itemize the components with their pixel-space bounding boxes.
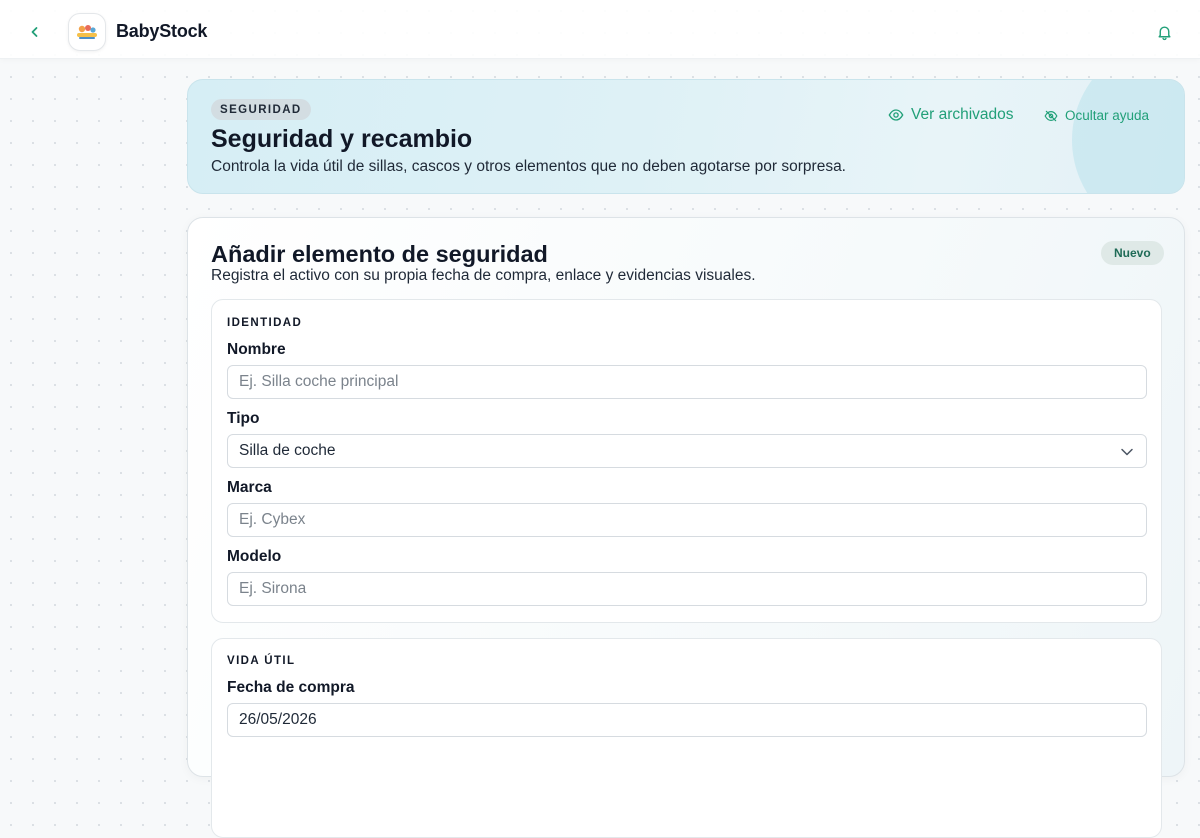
chevron-left-icon <box>31 27 38 37</box>
new-badge: Nuevo <box>1101 241 1164 265</box>
type-label: Tipo <box>227 410 260 427</box>
section-badge: SEGURIDAD <box>211 99 311 120</box>
lifespan-section-title: VIDA ÚTIL <box>227 655 296 667</box>
name-input[interactable] <box>227 365 1147 399</box>
identity-section-title: IDENTIDAD <box>227 317 303 329</box>
eye-off-icon <box>1044 110 1058 121</box>
chevron-down-icon <box>1121 448 1133 456</box>
lifespan-section: VIDA ÚTIL Fecha de compra 26/05/2026 <box>211 638 1162 838</box>
add-safety-item-form: Añadir elemento de seguridad Registra el… <box>187 217 1185 838</box>
eye-icon <box>888 109 904 121</box>
type-select-value: Silla de coche <box>239 442 336 459</box>
name-label: Nombre <box>227 341 286 358</box>
page-title: Seguridad y recambio <box>211 125 473 153</box>
purchase-date-value: 26/05/2026 <box>239 711 317 728</box>
hide-help-label: Ocultar ayuda <box>1065 108 1150 123</box>
safety-hero-card: SEGURIDAD Seguridad y recambio Controla … <box>187 79 1185 194</box>
purchase-date-input[interactable]: 26/05/2026 <box>227 703 1147 737</box>
view-archived-link[interactable]: Ver archivados <box>888 106 1014 124</box>
app-logo[interactable] <box>68 13 106 51</box>
notifications-button[interactable] <box>1152 20 1176 44</box>
page-subtitle: Controla la vida útil de sillas, cascos … <box>211 158 846 175</box>
hide-help-link[interactable]: Ocultar ayuda <box>1044 108 1149 123</box>
view-archived-label: Ver archivados <box>911 106 1014 123</box>
decorative-circle <box>1072 80 1184 193</box>
purchase-date-label: Fecha de compra <box>227 679 355 696</box>
top-bar: BabyStock <box>0 0 1200 59</box>
babystock-logo-icon <box>77 25 97 39</box>
brand-input[interactable] <box>227 503 1147 537</box>
back-button[interactable] <box>22 19 48 45</box>
form-subtitle: Registra el activo con su propia fecha d… <box>211 267 756 284</box>
identity-section: IDENTIDAD Nombre Tipo Silla de coche Mar… <box>211 299 1162 623</box>
form-title: Añadir elemento de seguridad <box>211 241 548 267</box>
type-select[interactable]: Silla de coche <box>227 434 1147 468</box>
model-label: Modelo <box>227 548 282 565</box>
bell-icon <box>1157 25 1171 40</box>
model-input[interactable] <box>227 572 1147 606</box>
brand-label: Marca <box>227 479 272 496</box>
app-brand-name: BabyStock <box>116 21 208 41</box>
